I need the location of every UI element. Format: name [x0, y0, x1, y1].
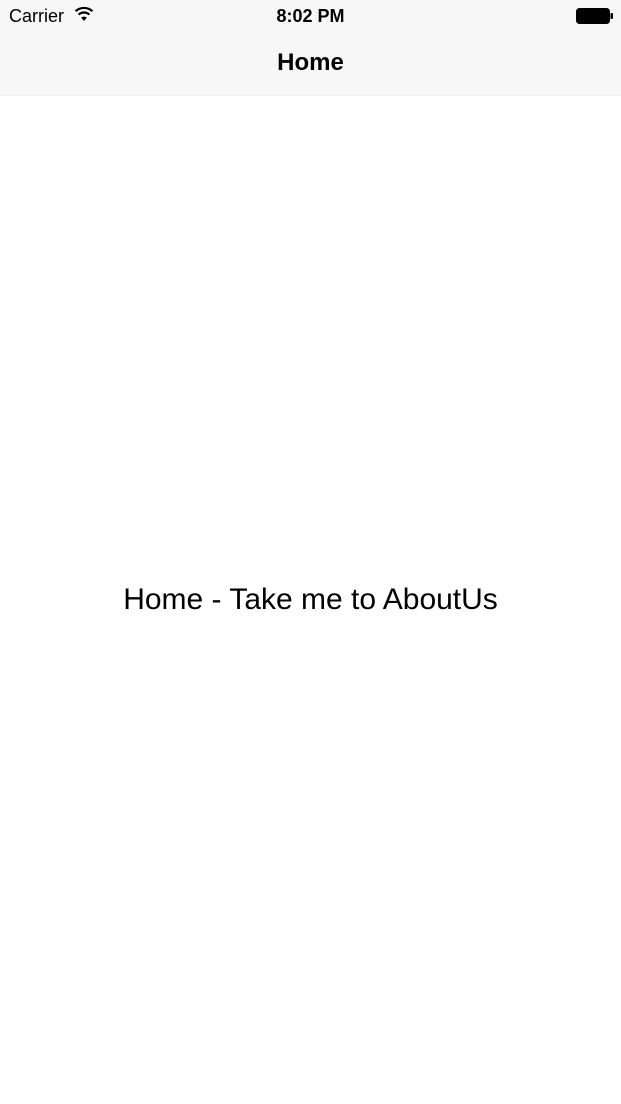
screen: Carrier 8:02 PM Home Home - Take me to A…	[0, 0, 621, 1104]
about-us-link[interactable]: Home - Take me to AboutUs	[0, 582, 621, 618]
battery-icon	[576, 8, 613, 24]
main-content: Home - Take me to AboutUs	[0, 96, 621, 1104]
status-bar: Carrier 8:02 PM	[0, 0, 621, 32]
status-time: 8:02 PM	[276, 6, 345, 26]
nav-title: Home	[277, 49, 344, 76]
top-bar: Carrier 8:02 PM Home	[0, 0, 621, 96]
